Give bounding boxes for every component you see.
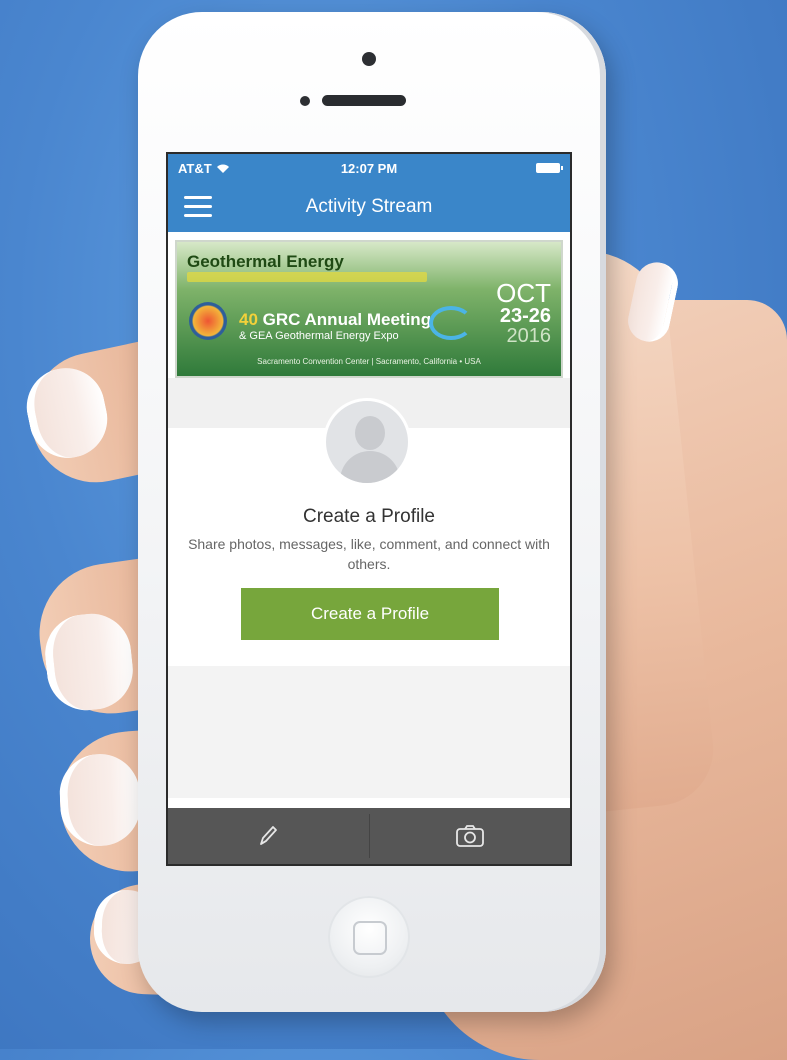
page-title: Activity Stream bbox=[305, 196, 433, 217]
banner-month: OCT bbox=[496, 278, 551, 308]
profile-card: Create a Profile Share photos, messages,… bbox=[168, 398, 570, 666]
banner-venue: Sacramento Convention Center | Sacrament… bbox=[257, 357, 481, 366]
app-screen: AT&T 12:07 PM Activity Stream Geothermal… bbox=[166, 152, 572, 866]
banner-days: 23-26 bbox=[499, 305, 551, 327]
compose-tab[interactable] bbox=[168, 808, 369, 864]
event-banner[interactable]: Geothermal Energy 40 GRC Annual Meeting … bbox=[175, 240, 563, 378]
camera-tab[interactable] bbox=[370, 808, 571, 864]
create-profile-button[interactable]: Create a Profile bbox=[241, 588, 499, 640]
grc-seal-logo bbox=[189, 302, 227, 340]
camera-icon bbox=[455, 825, 484, 847]
earpiece-speaker bbox=[322, 95, 406, 106]
avatar-placeholder-icon[interactable] bbox=[323, 398, 411, 486]
nav-bar: Activity Stream bbox=[168, 182, 570, 232]
profile-title: Create a Profile bbox=[302, 506, 435, 527]
status-time: 12:07 PM bbox=[340, 160, 398, 176]
pencil-icon bbox=[260, 826, 278, 845]
banner-subtitle-strip bbox=[187, 272, 427, 282]
banner-year: 2016 bbox=[506, 325, 552, 347]
meeting-number: 40 bbox=[239, 310, 258, 329]
status-bar: AT&T 12:07 PM bbox=[168, 154, 570, 182]
battery-icon bbox=[536, 163, 563, 173]
banner-date: OCT 23-26 2016 bbox=[496, 280, 551, 346]
profile-section: Create a Profile Share photos, messages,… bbox=[168, 378, 570, 798]
hamburger-menu-icon[interactable] bbox=[184, 196, 212, 218]
banner-meeting: 40 GRC Annual Meeting bbox=[239, 310, 431, 330]
proximity-sensor bbox=[300, 96, 310, 106]
gea-swirl-logo bbox=[429, 306, 473, 340]
banner-expo: & GEA Geothermal Energy Expo bbox=[239, 330, 399, 342]
home-button-icon bbox=[353, 921, 387, 955]
profile-description: Share photos, messages, like, comment, a… bbox=[188, 536, 550, 572]
front-camera bbox=[362, 52, 376, 66]
meeting-text: GRC Annual Meeting bbox=[262, 310, 432, 329]
banner-title: Geothermal Energy bbox=[187, 252, 344, 271]
bottom-toolbar bbox=[168, 808, 570, 864]
